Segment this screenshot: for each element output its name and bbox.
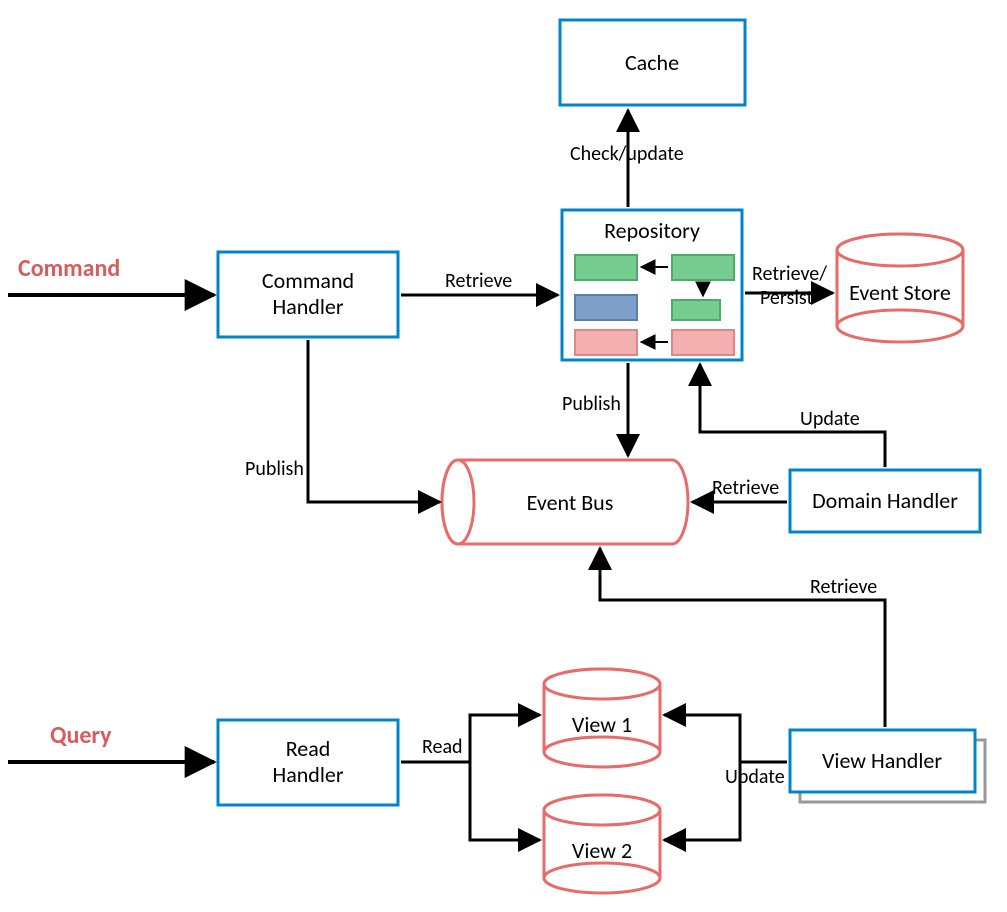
edge-read-view2	[470, 762, 540, 840]
command-entry-label: Command	[18, 254, 120, 283]
event-bus-label: Event Bus	[527, 489, 614, 516]
event-store-node: Event Store	[837, 234, 963, 342]
edge-cmd-repo-label: Retrieve	[445, 269, 512, 293]
edge-update-label: Update	[725, 765, 785, 789]
architecture-diagram: Cache Repository Command Handler Event S…	[0, 0, 1007, 912]
read-handler-node: Read Handler	[218, 720, 398, 805]
edge-repo-cache-label: Check/update	[570, 142, 684, 166]
view-handler-label: View Handler	[822, 747, 942, 774]
domain-handler-node: Domain Handler	[790, 470, 980, 532]
edge-domain-bus-label: Retrieve	[712, 476, 779, 500]
event-bus-node: Event Bus	[442, 460, 688, 544]
read-handler-label-1: Read	[286, 735, 331, 762]
edge-view-bus-label: Retrieve	[810, 575, 877, 599]
edge-cmd-bus	[308, 340, 440, 502]
domain-handler-label: Domain Handler	[812, 487, 958, 514]
cache-label: Cache	[625, 49, 679, 76]
repository-label: Repository	[604, 217, 700, 244]
edge-domain-repo-label: Update	[800, 407, 860, 431]
query-entry-label: Query	[50, 721, 112, 750]
edge-cmd-bus-label: Publish	[245, 457, 304, 481]
event-store-label: Event Store	[849, 279, 951, 306]
edge-read-label: Read	[422, 735, 463, 759]
command-handler-label-2: Handler	[272, 293, 343, 320]
command-entry: Command	[8, 254, 214, 295]
view-handler-node: View Handler	[790, 730, 985, 802]
edge-repo-bus-label: Publish	[562, 392, 621, 416]
read-handler-label-2: Handler	[272, 761, 343, 788]
edge-repo-store-label-1: Retrieve/	[752, 262, 827, 286]
view2-node: View 2	[544, 795, 660, 893]
command-handler-node: Command Handler	[218, 252, 398, 337]
repository-node: Repository	[562, 210, 742, 360]
cache-node: Cache	[560, 20, 745, 105]
view2-label: View 2	[572, 837, 632, 864]
view1-node: View 1	[544, 669, 660, 767]
command-handler-label-1: Command	[262, 267, 354, 294]
edge-update-view1	[664, 715, 787, 762]
edge-repo-store-label-2: Persist	[760, 286, 814, 310]
view1-label: View 1	[572, 711, 632, 738]
query-entry: Query	[8, 721, 214, 762]
